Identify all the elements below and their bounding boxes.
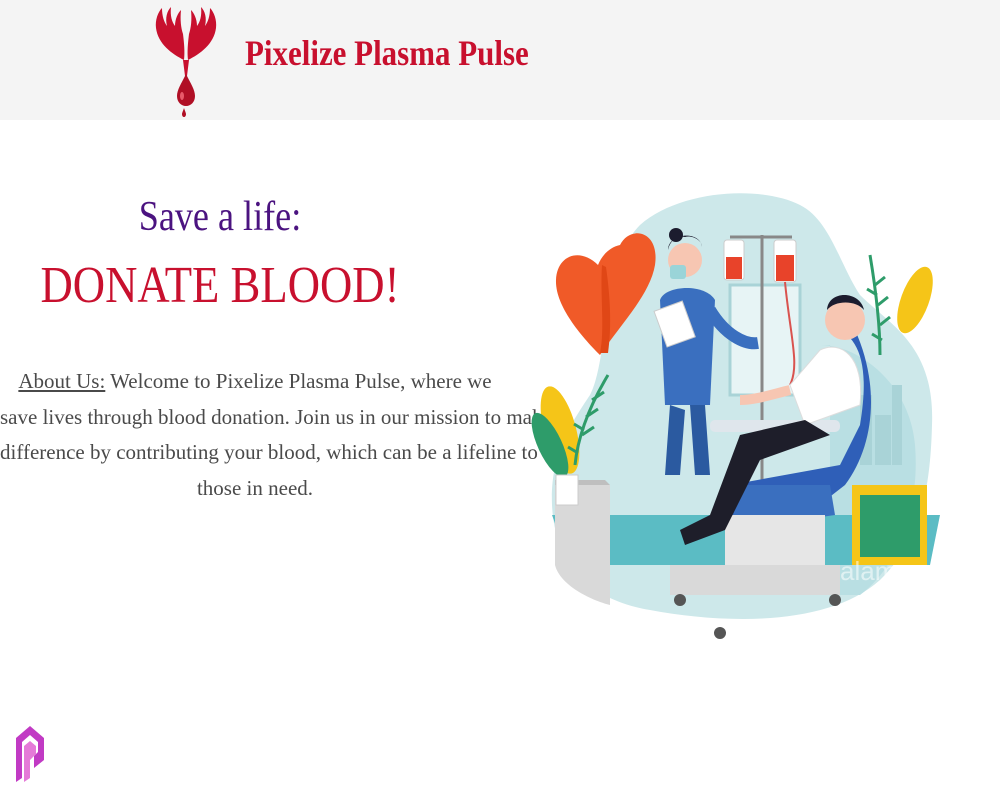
about-us-link[interactable]: About Us: xyxy=(18,369,105,393)
about-line-4: those in need. xyxy=(196,475,314,500)
about-line-2: save lives through blood donation. Join … xyxy=(0,404,567,429)
pixelize-p-logo-icon[interactable] xyxy=(12,720,48,784)
blood-donation-illustration-icon: alamy xyxy=(531,193,940,639)
hands-blood-drop-logo-icon xyxy=(155,7,217,117)
watermark-text: alamy xyxy=(840,556,909,586)
site-header: Pixelize Plasma Pulse xyxy=(0,0,1000,120)
tagline-main: DONATE BLOOD! xyxy=(40,257,400,314)
about-line-1: About Us: Welcome to Pixelize Plasma Pul… xyxy=(0,364,510,400)
about-section: About Us: Welcome to Pixelize Plasma Pul… xyxy=(0,364,567,506)
about-line-3: difference by contributing your blood, w… xyxy=(0,440,538,464)
tagline-top: Save a life: xyxy=(138,194,302,240)
about-text-1: Welcome to Pixelize Plasma Pulse, where … xyxy=(105,369,492,393)
brand-name[interactable]: Pixelize Plasma Pulse xyxy=(245,32,529,74)
